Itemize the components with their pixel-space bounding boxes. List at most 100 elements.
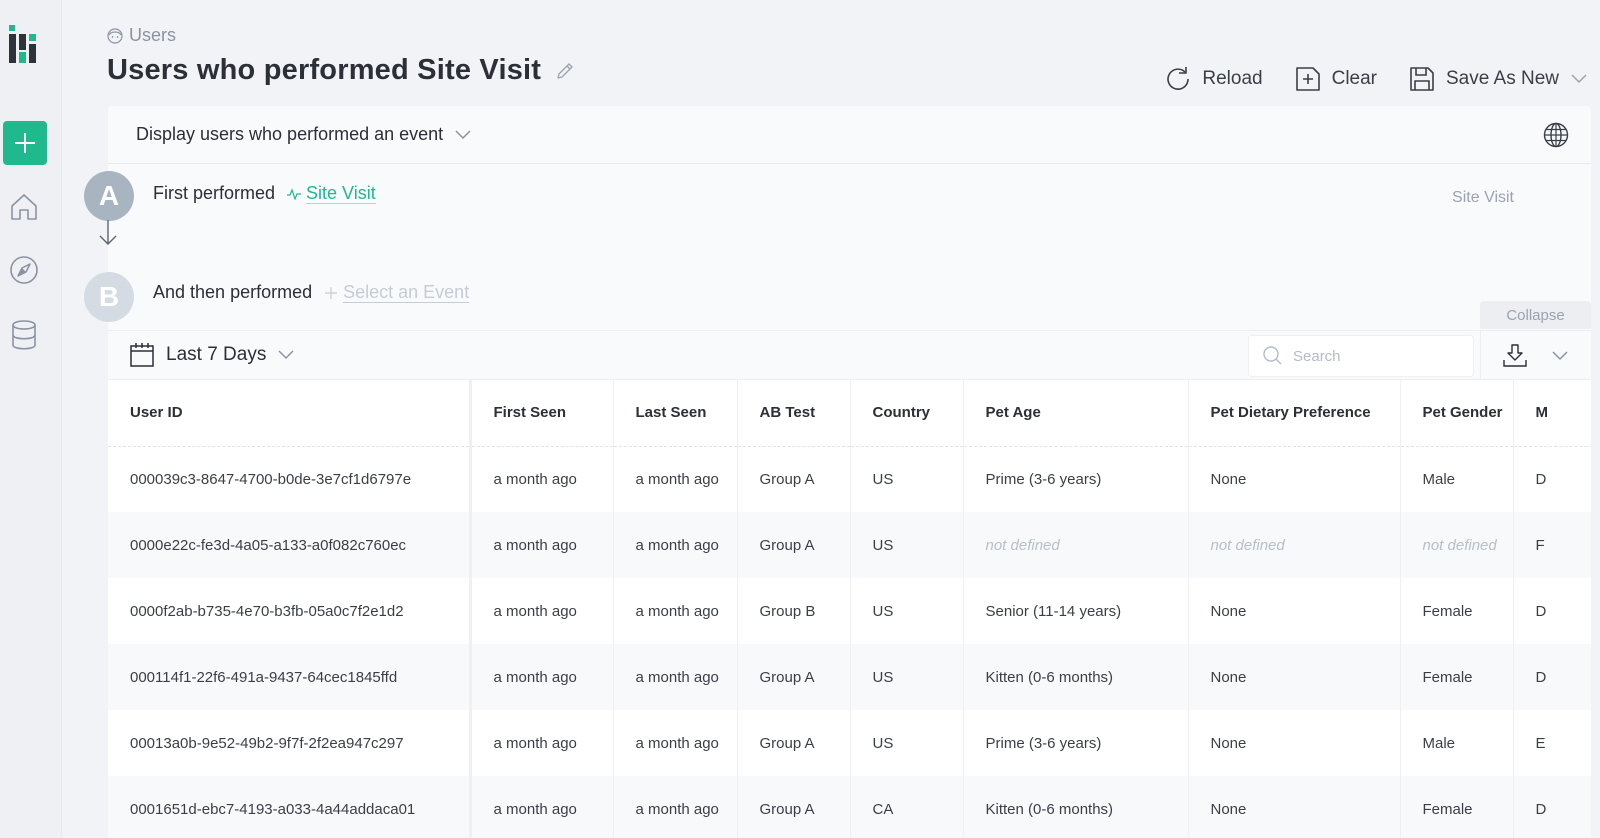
step-a-badge: A (84, 171, 134, 221)
table-cell: Group B (737, 578, 851, 644)
select-event-label: Select an Event (343, 282, 470, 303)
table-cell: Group A (737, 776, 851, 838)
table-cell: Kitten (0-6 months) (963, 776, 1189, 838)
table-cell: None (1188, 578, 1401, 644)
query-mode-label: Display users who performed an event (136, 124, 444, 144)
table-cell: a month ago (470, 710, 614, 776)
app-logo[interactable] (9, 25, 41, 63)
table-cell: D (1513, 446, 1591, 512)
table-cell: US (850, 710, 964, 776)
pencil-icon[interactable] (555, 61, 575, 81)
database-icon[interactable] (9, 320, 39, 350)
step-a-row: First performed Site Visit (153, 183, 376, 204)
download-button[interactable] (1503, 343, 1527, 368)
table-row[interactable]: 000039c3-8647-4700-b0de-3e7cf1d6797e a mo… (108, 446, 1591, 512)
save-icon (1410, 67, 1434, 91)
table-cell: not defined (1400, 512, 1514, 578)
date-range-dropdown[interactable]: Last 7 Days (130, 343, 294, 367)
table-row[interactable]: 000114f1-22f6-491a-9437-64cec1845ffd a mo… (108, 644, 1591, 710)
table-cell: Group A (737, 644, 851, 710)
save-as-new-button[interactable]: Save As New (1409, 66, 1588, 92)
table-cell: US (850, 578, 964, 644)
step-a-event-label[interactable]: Site Visit (306, 183, 376, 204)
table-cell: None (1188, 644, 1401, 710)
table-cell: 000039c3-8647-4700-b0de-3e7cf1d6797e (108, 446, 472, 512)
sidebar (0, 0, 62, 838)
table-cell: 0000f2ab-b735-4e70-b3fb-05a0c7f2e1d2 (108, 578, 472, 644)
step-a-event[interactable]: Site Visit (287, 183, 376, 204)
column-header[interactable]: Pet Dietary Preference (1188, 380, 1401, 447)
column-header[interactable]: Country (850, 380, 964, 447)
column-header[interactable]: Pet Gender (1400, 380, 1514, 447)
step-b-prefix: And then performed (153, 282, 313, 302)
table-cell: Group A (737, 710, 851, 776)
table-cell: Female (1400, 644, 1514, 710)
table-cell: None (1188, 776, 1401, 838)
date-range-label: Last 7 Days (166, 344, 267, 365)
column-header[interactable]: Last Seen (613, 380, 738, 447)
export-controls (1480, 331, 1591, 380)
table-cell: a month ago (613, 512, 738, 578)
calendar-icon (130, 343, 154, 367)
clear-button[interactable]: Clear (1295, 66, 1377, 92)
select-event-button[interactable]: Select an Event (324, 282, 470, 303)
breadcrumb[interactable]: Users (107, 25, 176, 46)
table-cell: D (1513, 578, 1591, 644)
table-cell: not defined (1188, 512, 1401, 578)
table-cell: E (1513, 710, 1591, 776)
plus-icon (15, 133, 35, 153)
table-cell: a month ago (613, 776, 738, 838)
home-icon[interactable] (9, 192, 39, 222)
table-cell: Prime (3-6 years) (963, 446, 1189, 512)
reload-button[interactable]: Reload (1165, 66, 1263, 92)
table-row[interactable]: 0000e22c-fe3d-4a05-a133-a0f082c760ec a mo… (108, 512, 1591, 578)
page-title-text: Users who performed Site Visit (107, 54, 542, 86)
table-cell: a month ago (470, 512, 614, 578)
column-header[interactable]: M (1513, 380, 1591, 447)
export-options-button[interactable] (1551, 350, 1569, 362)
table-cell: a month ago (613, 578, 738, 644)
table-cell: US (850, 644, 964, 710)
table-row[interactable]: 00013a0b-9e52-49b2-9f7f-2f2ea947c297 a mo… (108, 710, 1591, 776)
table-cell: Kitten (0-6 months) (963, 644, 1189, 710)
globe-icon[interactable] (1543, 122, 1569, 148)
table-header-row: User ID First Seen Last Seen AB Test Country… (108, 380, 1591, 447)
toolbar: Reload Clear Save As New (1165, 66, 1588, 92)
search-input[interactable] (1293, 347, 1463, 365)
table-row[interactable]: 0001651d-ebc7-4193-a033-4a44addaca01 a mo… (108, 776, 1591, 838)
download-icon (1503, 343, 1527, 367)
search-field[interactable] (1248, 335, 1474, 377)
table-cell: F (1513, 512, 1591, 578)
breadcrumb-label[interactable]: Users (129, 25, 176, 46)
column-header[interactable]: First Seen (470, 380, 614, 447)
chevron-down-icon[interactable] (1570, 73, 1588, 85)
activity-icon (287, 187, 302, 200)
column-header[interactable]: AB Test (737, 380, 851, 447)
query-mode-dropdown[interactable]: Display users who performed an event (136, 124, 471, 145)
table-cell: D (1513, 644, 1591, 710)
new-button[interactable] (3, 121, 47, 165)
plus-icon (325, 286, 338, 299)
results-toolbar: Last 7 Days (108, 330, 1591, 380)
chevron-down-icon (1552, 350, 1568, 360)
table-cell: Female (1400, 776, 1514, 838)
table-cell: None (1188, 710, 1401, 776)
collapse-button[interactable]: Collapse (1480, 301, 1591, 329)
step-a-summary: Site Visit (1452, 189, 1514, 206)
step-b-row: And then performed Select an Event (153, 282, 470, 303)
column-header[interactable]: User ID (108, 380, 472, 447)
table-cell: 00013a0b-9e52-49b2-9f7f-2f2ea947c297 (108, 710, 472, 776)
users-table: User ID First Seen Last Seen AB Test Country… (108, 380, 1591, 838)
compass-icon[interactable] (9, 255, 39, 285)
step-b-badge: B (84, 272, 134, 322)
table-row[interactable]: 0000f2ab-b735-4e70-b3fb-05a0c7f2e1d2 a mo… (108, 578, 1591, 644)
table-cell: US (850, 512, 964, 578)
table-cell: Senior (11-14 years) (963, 578, 1189, 644)
reload-icon (1167, 67, 1190, 90)
reload-label: Reload (1202, 68, 1263, 89)
table-cell: a month ago (470, 446, 614, 512)
user-face-icon (107, 27, 123, 44)
page-title: Users who performed Site Visit (107, 54, 575, 87)
column-header[interactable]: Pet Age (963, 380, 1189, 447)
table-cell: Male (1400, 710, 1514, 776)
